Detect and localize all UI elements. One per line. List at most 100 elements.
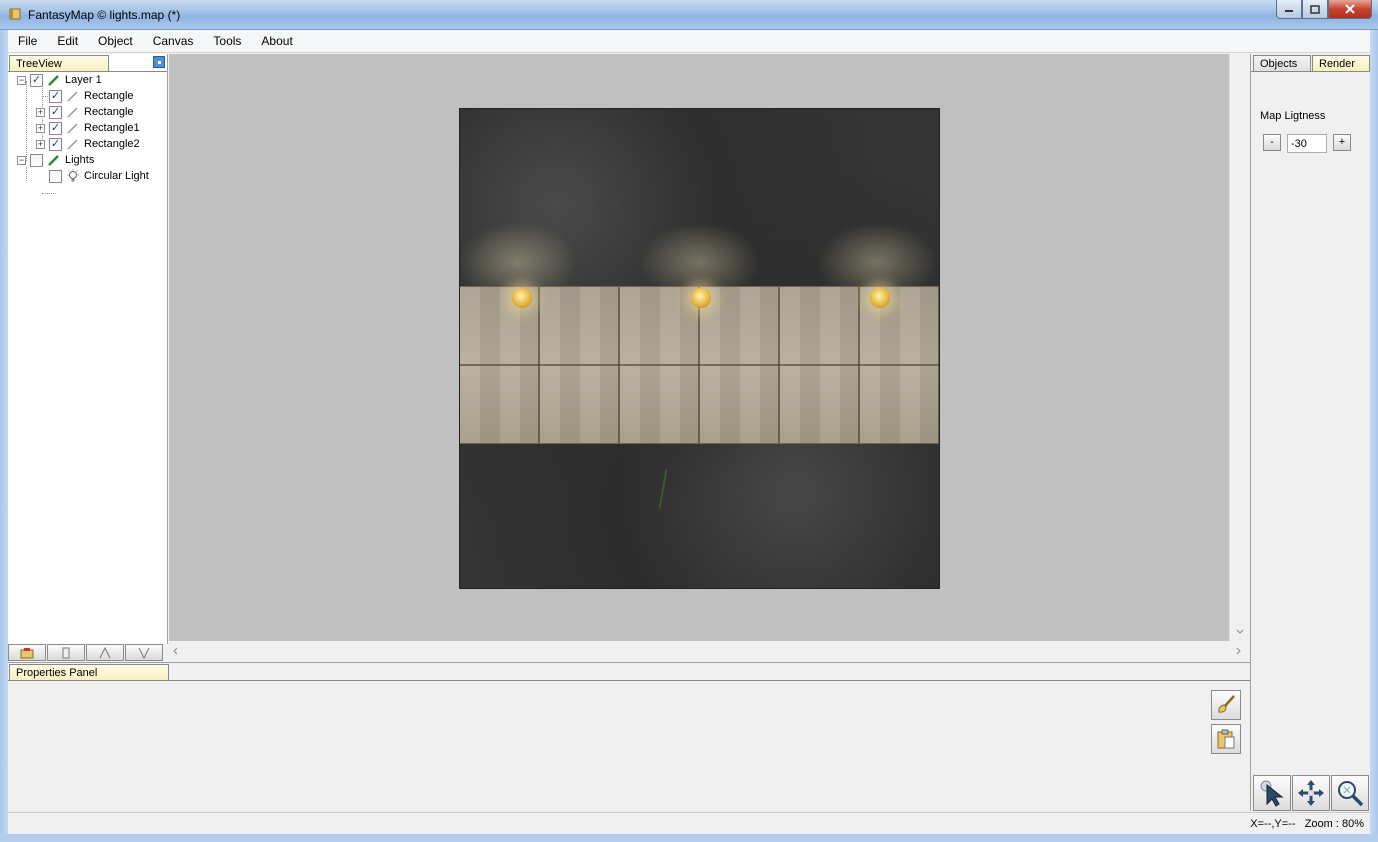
tree-item-label: Lights — [65, 154, 95, 166]
brush-icon — [1218, 695, 1235, 713]
lightness-increase-button[interactable]: + — [1333, 134, 1351, 151]
visibility-checkbox[interactable]: ✓ — [49, 137, 62, 151]
pan-tool-button[interactable] — [1292, 775, 1330, 811]
treeview-tab[interactable]: TreeView — [9, 55, 109, 71]
tab-render[interactable]: Render — [1312, 55, 1370, 71]
zoom-magnifier-icon — [1338, 781, 1364, 807]
select-tool-button[interactable] — [1253, 775, 1291, 811]
map-lightness-label: Map Ligtness — [1260, 110, 1326, 122]
move-up-button[interactable] — [86, 644, 124, 661]
expand-icon[interactable]: + — [36, 123, 45, 133]
window-frame-left — [0, 30, 8, 842]
properties-tab[interactable]: Properties Panel — [9, 664, 169, 680]
coordinates-readout: X=--,Y=-- — [1250, 818, 1296, 830]
pencil-gray-icon — [67, 91, 78, 102]
delete-button[interactable] — [47, 644, 85, 661]
visibility-checkbox[interactable] — [30, 153, 43, 167]
tree-connector — [42, 193, 56, 194]
render-panel: Objects Render Map Ligtness - + — [1250, 54, 1370, 811]
horizontal-scrollbar[interactable] — [169, 641, 1249, 661]
window-controls — [1276, 0, 1372, 20]
maximize-icon — [1310, 4, 1320, 14]
tree-item-label: Layer 1 — [65, 74, 102, 86]
map-canvas[interactable] — [169, 54, 1229, 641]
maximize-button[interactable] — [1302, 0, 1328, 19]
pin-icon[interactable] — [153, 56, 165, 68]
properties-panel: Properties Panel — [8, 662, 1250, 811]
menu-canvas[interactable]: Canvas — [143, 30, 204, 53]
render-tab-body: Map Ligtness - + — [1251, 71, 1370, 771]
tab-objects[interactable]: Objects — [1253, 55, 1311, 71]
chevron-right-icon[interactable] — [1233, 641, 1243, 661]
tree-item-label: Rectangle — [84, 90, 134, 102]
move-down-icon — [138, 647, 150, 659]
light-source — [512, 288, 532, 308]
tree-item-rectangle1[interactable]: + ✓ Rectangle1 — [36, 120, 140, 136]
select-pointer-icon — [1260, 780, 1284, 807]
tree-item-lights[interactable]: − Lights — [17, 152, 94, 168]
menu-edit[interactable]: Edit — [47, 30, 88, 53]
expand-icon[interactable]: + — [36, 107, 45, 117]
visibility-checkbox[interactable]: ✓ — [49, 121, 62, 135]
window-frame-bottom — [0, 834, 1378, 842]
paste-icon — [1217, 729, 1235, 749]
menu-object[interactable]: Object — [88, 30, 143, 53]
light-source — [870, 288, 890, 308]
tree-item-label: Rectangle1 — [84, 122, 140, 134]
tree-connector — [26, 167, 27, 181]
tree-item-circular-light[interactable]: Circular Light — [49, 168, 149, 184]
vertical-scrollbar[interactable] — [1229, 54, 1249, 641]
visibility-checkbox[interactable]: ✓ — [30, 73, 43, 87]
lightness-decrease-button[interactable]: - — [1263, 134, 1281, 151]
collapse-icon[interactable]: − — [17, 75, 26, 85]
pencil-gray-icon — [67, 107, 78, 118]
tree-item-rectangle2[interactable]: + ✓ Rectangle2 — [36, 136, 140, 152]
zoom-tool-button[interactable] — [1331, 775, 1369, 811]
tree-item-rectangle[interactable]: ✓ Rectangle — [49, 88, 134, 104]
visibility-checkbox[interactable]: ✓ — [49, 105, 62, 119]
tree-item-rectangle[interactable]: + ✓ Rectangle — [36, 104, 134, 120]
brush-button[interactable] — [1211, 690, 1241, 720]
tree-body: − ✓ Layer 1 ✓ Rectangle + ✓ Rectangle + … — [8, 71, 167, 641]
chevron-down-icon[interactable] — [1230, 627, 1250, 637]
title-bar: FantasyMap © lights.map (*) — [0, 0, 1378, 30]
close-button[interactable] — [1328, 0, 1372, 19]
minimize-button[interactable] — [1276, 0, 1302, 19]
menu-about[interactable]: About — [251, 30, 302, 53]
menu-tools[interactable]: Tools — [203, 30, 251, 53]
status-bar: X=--,Y=-- Zoom : 80% — [8, 812, 1370, 834]
visibility-checkbox[interactable] — [49, 169, 62, 183]
close-icon — [1345, 4, 1355, 14]
pencil-gray-icon — [67, 123, 78, 134]
pencil-green-icon — [48, 155, 59, 166]
visibility-checkbox[interactable]: ✓ — [49, 89, 62, 103]
tree-connector — [26, 81, 27, 161]
expand-icon[interactable]: + — [36, 139, 45, 149]
pencil-gray-icon — [67, 139, 78, 150]
paste-button[interactable] — [1211, 724, 1241, 754]
delete-icon — [62, 647, 70, 658]
map-image[interactable] — [459, 108, 940, 589]
status-readout: X=--,Y=-- Zoom : 80% — [1250, 818, 1364, 830]
properties-body — [8, 680, 1250, 812]
tree-item-label: Rectangle — [84, 106, 134, 118]
tree-item-label: Circular Light — [84, 170, 149, 182]
menu-file[interactable]: File — [8, 30, 47, 53]
menu-bar: File Edit Object Canvas Tools About — [8, 30, 1370, 53]
treeview-panel: TreeView − ✓ Layer 1 ✓ Rectangle + ✓ Rec… — [8, 54, 168, 662]
move-down-button[interactable] — [125, 644, 163, 661]
map-lightness-input[interactable] — [1287, 134, 1327, 153]
collapse-icon[interactable]: − — [17, 155, 26, 165]
chevron-left-icon[interactable] — [171, 641, 181, 661]
minimize-icon — [1285, 10, 1293, 12]
ground-crack — [658, 469, 668, 509]
app-icon — [9, 8, 21, 20]
add-layer-button[interactable] — [8, 644, 46, 661]
pencil-green-icon — [48, 75, 59, 86]
pan-move-icon — [1298, 780, 1324, 806]
window-frame-right — [1370, 30, 1378, 842]
light-bulb-icon — [67, 169, 79, 182]
stone-floor-rectangle — [460, 286, 939, 444]
tree-item-layer-1[interactable]: − ✓ Layer 1 — [17, 72, 102, 88]
zoom-readout: Zoom : 80% — [1304, 818, 1364, 830]
